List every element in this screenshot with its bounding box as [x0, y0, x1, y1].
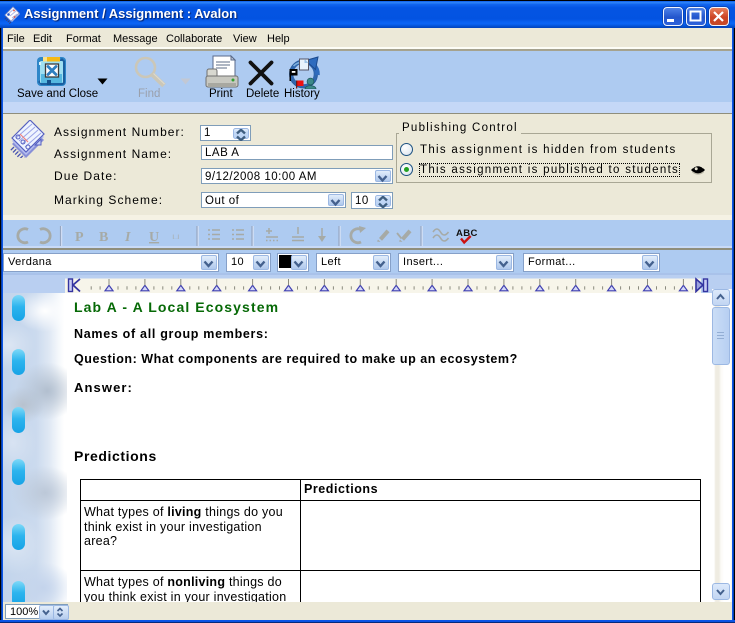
- svg-text:ABC: ABC: [456, 228, 478, 239]
- svg-text:ப: ப: [172, 231, 179, 242]
- svg-text:P: P: [75, 230, 84, 245]
- svg-text:B: B: [99, 230, 108, 245]
- svg-text:U: U: [149, 230, 159, 245]
- svg-text:I: I: [124, 230, 131, 245]
